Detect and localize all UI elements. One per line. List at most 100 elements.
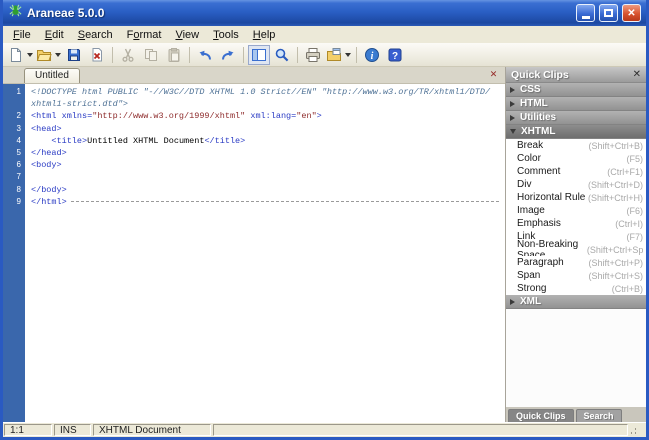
clip-shortcut: (Shift+Ctrl+D) bbox=[587, 179, 643, 190]
menu-view[interactable]: View bbox=[168, 28, 206, 42]
redo-button[interactable] bbox=[217, 45, 239, 65]
open-file-icon bbox=[36, 47, 52, 63]
insert-mode: INS bbox=[54, 424, 91, 436]
save-button[interactable] bbox=[63, 45, 85, 65]
clip-label: Div bbox=[517, 179, 532, 190]
close-document-button[interactable] bbox=[86, 45, 108, 65]
code-line[interactable]: 3 <head> bbox=[3, 123, 505, 135]
panel-close-icon[interactable]: ✕ bbox=[633, 69, 641, 80]
status-spacer bbox=[213, 424, 628, 436]
clip-item-paragraph[interactable]: Paragraph (Shift+Ctrl+P) bbox=[506, 256, 646, 269]
open-file-button[interactable] bbox=[35, 45, 62, 65]
menu-file[interactable]: File bbox=[6, 28, 38, 42]
document-tab-bar: Untitled ✕ bbox=[3, 67, 505, 84]
print-icon bbox=[305, 47, 321, 63]
line-number bbox=[3, 98, 25, 110]
code-text: <html xmlns= "http://www.w3.org/1999/xhtm… bbox=[31, 111, 322, 122]
code-text: </body> bbox=[31, 184, 67, 195]
clip-section-utilities[interactable]: Utilities bbox=[506, 111, 646, 125]
search-button[interactable] bbox=[271, 45, 293, 65]
status-bar: 1:1 INS XHTML Document bbox=[3, 422, 646, 437]
minimize-button[interactable] bbox=[576, 4, 595, 22]
help-button[interactable]: ? bbox=[384, 45, 406, 65]
editor-column: Untitled ✕ 1 <!DOCTYPE html PUBLIC "-//W3C… bbox=[3, 67, 505, 422]
copy-button[interactable] bbox=[140, 45, 162, 65]
code-text: <!DOCTYPE html PUBLIC "-//W3C//DTD XHTML… bbox=[31, 87, 491, 97]
code-line[interactable]: 5 </head> bbox=[3, 147, 505, 159]
toggle-panel-button[interactable] bbox=[248, 44, 270, 65]
menu-search[interactable]: Search bbox=[71, 28, 120, 42]
cursor-position: 1:1 bbox=[4, 424, 52, 436]
code-line[interactable]: 9 </html> bbox=[3, 196, 505, 208]
clip-item-emphasis[interactable]: Emphasis (Ctrl+I) bbox=[506, 217, 646, 230]
close-tab-icon[interactable]: ✕ bbox=[486, 68, 501, 81]
menu-edit[interactable]: Edit bbox=[38, 28, 71, 42]
document-type: XHTML Document bbox=[93, 424, 211, 436]
chevron-right-icon bbox=[510, 86, 515, 93]
clip-label: Span bbox=[517, 270, 541, 281]
line-number: 7 bbox=[16, 172, 21, 182]
clip-shortcut: (Shift+Ctrl+B) bbox=[588, 140, 643, 151]
line-number: 6 bbox=[16, 160, 21, 170]
code-editor[interactable]: 1 <!DOCTYPE html PUBLIC "-//W3C//DTD XHTM… bbox=[3, 84, 505, 422]
code-text: <head> bbox=[31, 123, 62, 134]
undo-button[interactable] bbox=[194, 45, 216, 65]
clip-item-break[interactable]: Break (Shift+Ctrl+B) bbox=[506, 139, 646, 152]
code-line[interactable]: 6 <body> bbox=[3, 159, 505, 171]
menu-format[interactable]: Format bbox=[120, 28, 169, 42]
clip-item-image[interactable]: Image (F6) bbox=[506, 204, 646, 217]
code-text: <body> bbox=[31, 160, 62, 171]
new-document-button[interactable] bbox=[7, 45, 34, 65]
code-line[interactable]: 1 <!DOCTYPE html PUBLIC "-//W3C//DTD XHTM… bbox=[3, 86, 505, 98]
document-tab-untitled[interactable]: Untitled bbox=[24, 68, 80, 83]
clip-item-non-breaking-space[interactable]: Non-Breaking Space(Shift+Ctrl+Space) bbox=[506, 239, 646, 261]
clip-label: Paragraph bbox=[517, 257, 564, 268]
code-line[interactable]: 2 <html xmlns= "http://www.w3.org/1999/xht… bbox=[3, 110, 505, 122]
svg-text:i: i bbox=[371, 51, 374, 62]
panel-tab-quick-clips[interactable]: Quick Clips bbox=[508, 409, 574, 422]
code-line[interactable]: xhtml1-strict.dtd"> bbox=[3, 98, 505, 110]
dropdown-arrow-icon[interactable] bbox=[345, 52, 351, 57]
clip-item-div[interactable]: Div (Shift+Ctrl+D) bbox=[506, 178, 646, 191]
menu-help[interactable]: Help bbox=[246, 28, 283, 42]
clip-section-html[interactable]: HTML bbox=[506, 97, 646, 111]
section-label: CSS bbox=[520, 84, 541, 95]
code-text: </head> bbox=[31, 147, 67, 158]
code-line[interactable]: 4 <title> Untitled XHTML Document </title> bbox=[3, 135, 505, 147]
clip-item-span[interactable]: Span (Shift+Ctrl+S) bbox=[506, 269, 646, 282]
clip-item-horizontal-rule[interactable]: Horizontal Rule (Shift+Ctrl+H) bbox=[506, 191, 646, 204]
clip-section-xhtml[interactable]: XHTML bbox=[506, 125, 646, 139]
clip-item-color[interactable]: Color (F5) bbox=[506, 152, 646, 165]
close-button[interactable]: ✕ bbox=[622, 4, 641, 22]
cut-icon bbox=[120, 47, 136, 63]
maximize-button[interactable] bbox=[599, 4, 618, 22]
paste-button[interactable] bbox=[163, 45, 185, 65]
close-document-icon bbox=[89, 47, 105, 63]
clip-item-comment[interactable]: Comment (Ctrl+F1) bbox=[506, 165, 646, 178]
cut-button[interactable] bbox=[117, 45, 139, 65]
panel-tab-search[interactable]: Search bbox=[575, 409, 622, 422]
window-title: Araneae 5.0.0 bbox=[27, 6, 105, 20]
dropdown-arrow-icon[interactable] bbox=[55, 52, 61, 57]
print-button[interactable] bbox=[302, 45, 324, 65]
clip-shortcut: (Ctrl+I) bbox=[615, 218, 643, 229]
clip-shortcut: (Ctrl+F1) bbox=[607, 166, 643, 177]
app-window: Araneae 5.0.0 ✕ File Edit Search Format View… bbox=[0, 0, 649, 440]
code-line[interactable]: 8 </body> bbox=[3, 184, 505, 196]
code-line[interactable]: 7 bbox=[3, 171, 505, 183]
toolbar-separator bbox=[297, 46, 298, 63]
search-icon bbox=[274, 47, 290, 63]
clip-label: Emphasis bbox=[517, 218, 561, 229]
preview-browser-button[interactable] bbox=[325, 45, 352, 65]
section-label: Utilities bbox=[520, 112, 557, 123]
menu-tools[interactable]: Tools bbox=[206, 28, 246, 42]
clip-section-css[interactable]: CSS bbox=[506, 83, 646, 97]
preview-browser-icon bbox=[326, 47, 342, 63]
info-button[interactable]: i bbox=[361, 45, 383, 65]
clip-item-strong[interactable]: Strong (Ctrl+B) bbox=[506, 282, 646, 295]
clip-section-xml[interactable]: XML bbox=[506, 295, 646, 309]
line-number: 2 bbox=[16, 111, 21, 121]
section-label: XML bbox=[520, 296, 542, 307]
resize-grip[interactable] bbox=[630, 424, 643, 436]
dropdown-arrow-icon[interactable] bbox=[27, 52, 33, 57]
